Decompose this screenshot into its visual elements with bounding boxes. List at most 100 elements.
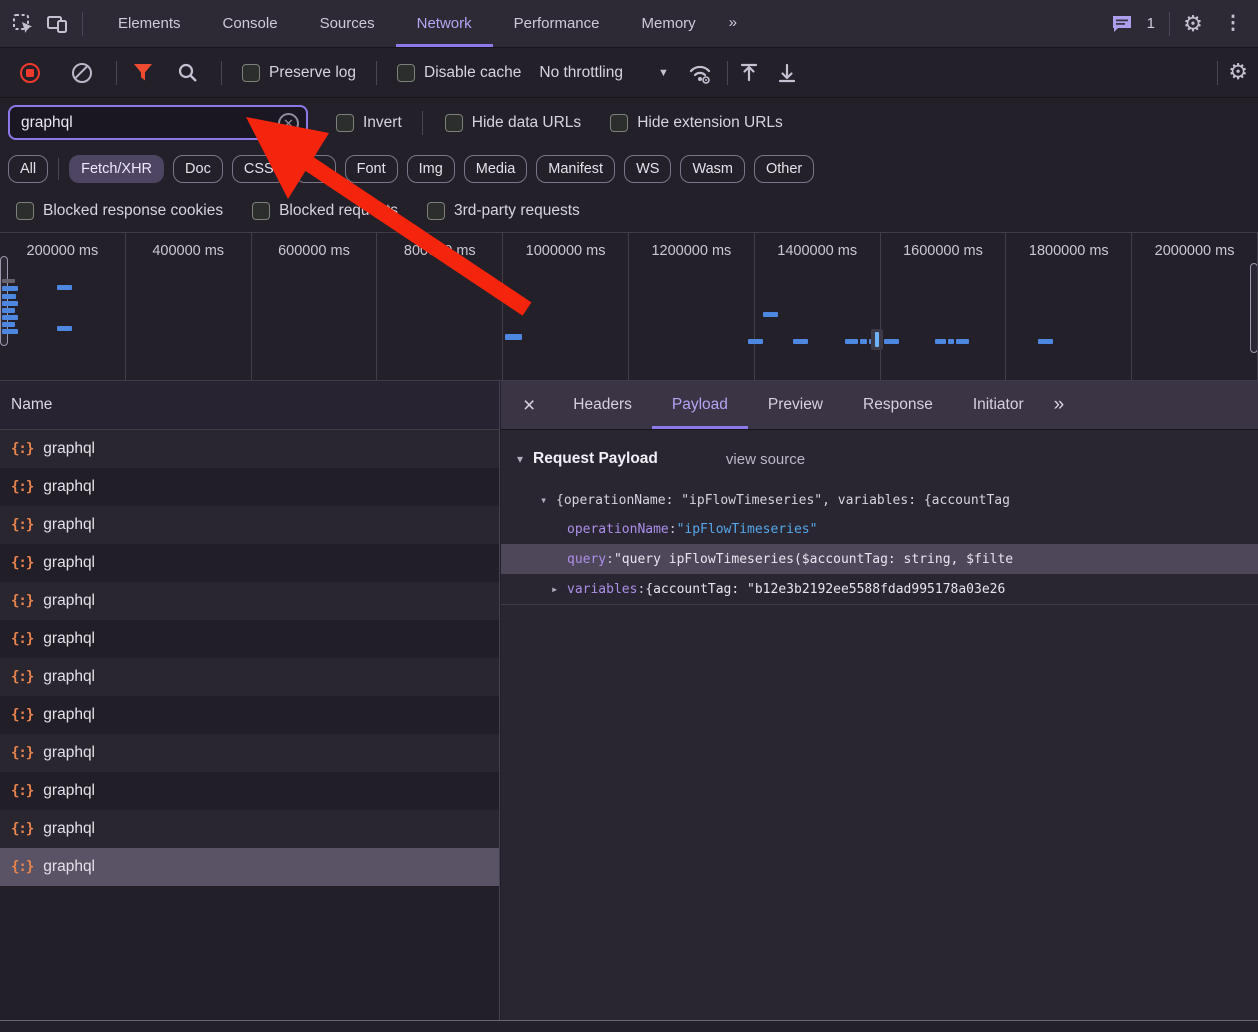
- table-row[interactable]: {:} graphql: [0, 734, 499, 772]
- detail-tab-payload[interactable]: Payload: [651, 381, 748, 429]
- divider: [376, 60, 378, 85]
- hide-data-urls-checkbox[interactable]: Hide data URLs: [444, 113, 581, 132]
- divider: [421, 110, 423, 135]
- third-party-requests-checkbox[interactable]: 3rd-party requests: [426, 202, 580, 220]
- detail-tab-preview[interactable]: Preview: [748, 381, 843, 429]
- network-conditions-icon[interactable]: [687, 61, 713, 85]
- kebab-menu-icon[interactable]: ⋮: [1216, 7, 1250, 41]
- timeline-tick-1: 200000 ms: [0, 233, 126, 380]
- table-row[interactable]: {:} graphql: [0, 506, 499, 544]
- hide-extension-urls-checkbox[interactable]: Hide extension URLs: [610, 113, 783, 132]
- detail-tab-response[interactable]: Response: [843, 381, 953, 429]
- detail-tab-headers[interactable]: Headers: [553, 381, 652, 429]
- request-bar: [2, 322, 15, 327]
- request-detail-panel: × Headers Payload Preview Response Initiator…: [501, 381, 1258, 1020]
- chip-js[interactable]: JS: [294, 154, 336, 183]
- request-name: graphql: [43, 630, 96, 647]
- request-payload-section[interactable]: ▾ Request Payload view source: [501, 444, 1258, 474]
- settings-gear-icon[interactable]: ⚙: [1176, 7, 1210, 41]
- tab-console[interactable]: Console: [202, 0, 299, 47]
- detail-tab-list: Headers Payload Preview Response Initiator: [553, 381, 1043, 429]
- blocked-requests-checkbox[interactable]: Blocked requests: [252, 202, 398, 220]
- timeline-tick-9: 1800000 ms: [1006, 233, 1133, 380]
- device-toolbar-icon[interactable]: [40, 7, 74, 41]
- view-source-toggle[interactable]: view source: [726, 451, 805, 468]
- chip-other[interactable]: Other: [754, 154, 815, 183]
- chip-all[interactable]: All: [8, 154, 49, 183]
- tab-performance[interactable]: Performance: [493, 0, 621, 47]
- expand-triangle-icon[interactable]: ▸: [551, 582, 567, 596]
- chip-ws[interactable]: WS: [624, 154, 672, 183]
- table-row[interactable]: {:} graphql: [0, 658, 499, 696]
- bottom-edge-strip: [0, 1020, 1258, 1032]
- tab-elements[interactable]: Elements: [97, 0, 202, 47]
- clear-network-log-icon[interactable]: [72, 62, 92, 83]
- filter-icon[interactable]: [133, 63, 163, 82]
- detail-tab-initiator[interactable]: Initiator: [953, 381, 1044, 429]
- filter-text-input[interactable]: graphql ✕: [8, 105, 308, 140]
- issues-message-icon[interactable]: [1105, 7, 1139, 41]
- request-bar: [935, 339, 946, 344]
- table-row[interactable]: {:} graphql: [0, 696, 499, 734]
- close-panel-icon[interactable]: ×: [523, 395, 535, 416]
- throttling-select[interactable]: No throttling ▼: [539, 64, 668, 82]
- network-overview-timeline[interactable]: 200000 ms 400000 ms 600000 ms 800000 ms 1000…: [0, 233, 1258, 381]
- table-row[interactable]: {:} graphql: [0, 620, 499, 658]
- blocked-response-cookies-checkbox[interactable]: Blocked response cookies: [16, 202, 223, 220]
- import-har-icon[interactable]: [738, 62, 760, 84]
- inspect-element-icon[interactable]: [6, 7, 40, 41]
- payload-value: "query ipFlowTimeseries($accountTag: str…: [613, 551, 1014, 567]
- table-row[interactable]: {:} graphql: [0, 468, 499, 506]
- tab-memory[interactable]: Memory: [621, 0, 717, 47]
- collapse-triangle-icon[interactable]: ▾: [517, 452, 533, 466]
- table-row[interactable]: {:} graphql: [0, 772, 499, 810]
- third-party-label: 3rd-party requests: [453, 202, 580, 219]
- request-flags-row: Blocked response cookies Blocked request…: [0, 190, 1258, 233]
- chevron-down-icon: ▼: [657, 66, 669, 79]
- preserve-log-checkbox[interactable]: Preserve log: [242, 63, 356, 82]
- request-type-chips: All Fetch/XHR Doc CSS JS Font Img Media Manifest…: [0, 147, 1258, 190]
- chip-doc[interactable]: Doc: [173, 154, 223, 183]
- record-network-log-icon[interactable]: [20, 62, 40, 83]
- name-column-header[interactable]: Name: [0, 381, 499, 430]
- payload-row-query[interactable]: query: "query ipFlowTimeseries($accountT…: [501, 544, 1258, 574]
- request-bar: [2, 329, 18, 334]
- chip-wasm[interactable]: Wasm: [680, 154, 745, 183]
- table-row[interactable]: {:} graphql: [0, 810, 499, 848]
- fetch-xhr-icon: {:}: [11, 555, 34, 571]
- chip-img[interactable]: Img: [406, 154, 455, 183]
- more-tabs-icon[interactable]: »: [717, 0, 749, 47]
- chip-media[interactable]: Media: [463, 154, 528, 183]
- payload-row-variables[interactable]: ▸ variables: {accountTag: "b12e3b2192ee55…: [501, 574, 1258, 604]
- payload-value: {accountTag: "b12e3b2192ee5588fdad995178…: [645, 581, 1006, 597]
- request-name: graphql: [43, 782, 96, 799]
- fetch-xhr-icon: {:}: [11, 859, 34, 875]
- tab-network[interactable]: Network: [395, 0, 493, 47]
- fetch-xhr-icon: {:}: [11, 745, 34, 761]
- more-detail-tabs-icon[interactable]: »: [1054, 394, 1064, 416]
- network-settings-gear-icon[interactable]: ⚙: [1228, 61, 1248, 84]
- fetch-xhr-icon: {:}: [11, 783, 34, 799]
- table-row[interactable]: {:} graphql: [0, 582, 499, 620]
- search-icon[interactable]: [177, 62, 207, 84]
- timeline-tick-7: 1400000 ms: [755, 233, 881, 380]
- request-bar: [884, 339, 899, 344]
- export-har-icon[interactable]: [776, 62, 798, 84]
- chip-font[interactable]: Font: [344, 154, 398, 183]
- table-row[interactable]: {:} graphql: [0, 544, 499, 582]
- blocked-cookies-label: Blocked response cookies: [43, 202, 224, 219]
- clear-filter-icon[interactable]: ✕: [278, 113, 299, 134]
- chip-manifest[interactable]: Manifest: [536, 154, 616, 183]
- collapse-triangle-icon[interactable]: ▾: [540, 493, 556, 507]
- invert-checkbox[interactable]: Invert: [336, 113, 402, 132]
- table-row[interactable]: {:} graphql: [0, 430, 499, 468]
- chip-fetch-xhr[interactable]: Fetch/XHR: [69, 154, 165, 183]
- chip-css[interactable]: CSS: [231, 154, 286, 183]
- checkbox: [16, 202, 34, 220]
- table-row[interactable]: {:} graphql: [0, 848, 499, 886]
- tab-sources[interactable]: Sources: [299, 0, 396, 47]
- payload-summary-row[interactable]: ▾ {operationName: "ipFlowTimeseries", va…: [501, 486, 1258, 514]
- request-name: graphql: [43, 744, 96, 761]
- payload-row-operationName[interactable]: operationName: "ipFlowTimeseries": [501, 514, 1258, 544]
- disable-cache-checkbox[interactable]: Disable cache: [397, 63, 521, 82]
